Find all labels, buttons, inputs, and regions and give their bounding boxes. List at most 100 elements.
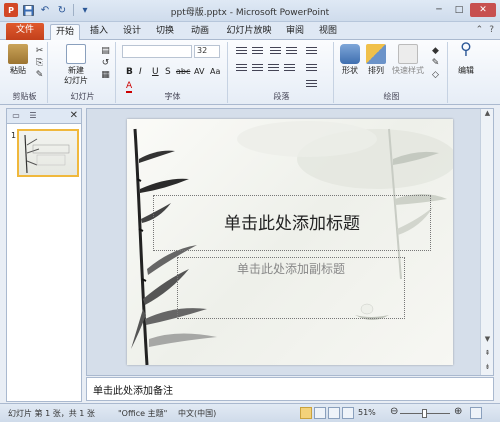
new-slide-button[interactable]: 新建 幻灯片 xyxy=(64,44,88,86)
arrange-button[interactable]: 排列 xyxy=(366,44,386,76)
previous-slide-icon[interactable]: ⇞ xyxy=(481,349,493,361)
slides-pane-tabs: ▭ ☰ ✕ xyxy=(7,109,81,124)
notes-placeholder: 单击此处添加备注 xyxy=(93,386,173,397)
window-controls: ─ □ ✕ xyxy=(430,3,496,17)
strikethrough-button[interactable]: abc xyxy=(176,67,190,76)
quick-styles-icon xyxy=(398,44,418,64)
tab-insert[interactable]: 插入 xyxy=(85,24,113,40)
subtitle-placeholder[interactable]: 单击此处添加副标题 xyxy=(177,257,405,319)
paste-button[interactable]: 粘贴 xyxy=(8,44,28,76)
new-slide-label: 新建 xyxy=(68,66,84,75)
quick-styles-button[interactable]: 快速样式 xyxy=(392,44,424,76)
slide-canvas[interactable]: 单击此处添加标题 单击此处添加副标题 xyxy=(127,119,453,365)
zoom-level[interactable]: 51% xyxy=(358,408,376,417)
pane-close-icon[interactable]: ✕ xyxy=(70,110,78,121)
tab-home[interactable]: 开始 xyxy=(50,24,80,40)
quick-styles-label: 快速样式 xyxy=(392,66,424,75)
italic-button[interactable]: I xyxy=(139,67,142,77)
zoom-in-icon[interactable]: ⊕ xyxy=(454,406,462,417)
align-right-icon[interactable] xyxy=(268,64,279,73)
status-bar: 幻灯片 第 1 张，共 1 张 "Office 主题" 中文(中国) 51% ⊖… xyxy=(0,403,500,422)
editing-button[interactable]: ⚲ 编辑 xyxy=(456,39,476,76)
tab-animations[interactable]: 动画 xyxy=(186,24,214,40)
slide-thumbnail[interactable] xyxy=(17,129,79,177)
justify-icon[interactable] xyxy=(284,64,295,73)
shape-fill-icon[interactable]: ◆ xyxy=(430,46,441,56)
shapes-button[interactable]: 形状 xyxy=(340,44,360,76)
group-paragraph: 段落 xyxy=(230,42,334,103)
new-slide-label-2: 幻灯片 xyxy=(64,76,88,85)
group-label-paragraph: 段落 xyxy=(273,92,290,101)
group-slides: 新建 幻灯片 ▤ ↺ ▦ 幻灯片 xyxy=(50,42,116,103)
bold-button[interactable]: B xyxy=(126,67,133,77)
group-clipboard: 粘贴 ✂ ⎘ ✎ 剪贴板 xyxy=(2,42,48,103)
group-label-slides: 幻灯片 xyxy=(70,92,95,101)
next-slide-icon[interactable]: ⇟ xyxy=(481,363,493,375)
reset-icon[interactable]: ↺ xyxy=(100,58,111,68)
layout-icon[interactable]: ▤ xyxy=(100,46,111,56)
slides-pane: ▭ ☰ ✕ 1 xyxy=(6,108,82,402)
minimize-icon[interactable]: ─ xyxy=(430,3,448,17)
vertical-scrollbar[interactable]: ▲ ▼ ⇞ ⇟ xyxy=(480,109,493,375)
slide-editing-area: 单击此处添加标题 单击此处添加副标题 ▲ ▼ ⇞ ⇟ xyxy=(86,108,494,376)
reading-view-icon[interactable] xyxy=(328,407,340,419)
theme-name: "Office 主题" xyxy=(118,409,168,418)
shadow-button[interactable]: S xyxy=(165,67,171,77)
tab-slideshow[interactable]: 幻灯片放映 xyxy=(221,24,277,40)
slide-sorter-icon[interactable] xyxy=(314,407,326,419)
decrease-indent-icon[interactable] xyxy=(270,47,281,56)
increase-indent-icon[interactable] xyxy=(286,47,297,56)
underline-button[interactable]: U xyxy=(152,67,159,77)
ribbon-right-controls: ⌃ ? xyxy=(476,25,494,35)
align-text-icon[interactable] xyxy=(306,64,317,73)
arrange-icon xyxy=(366,44,386,64)
section-icon[interactable]: ▦ xyxy=(100,70,111,80)
new-slide-icon xyxy=(66,44,86,64)
align-center-icon[interactable] xyxy=(252,64,263,73)
format-painter-icon[interactable]: ✎ xyxy=(34,70,45,80)
notes-pane[interactable]: 单击此处添加备注 xyxy=(86,377,494,401)
font-name-input[interactable] xyxy=(122,45,192,58)
help-icon[interactable]: ? xyxy=(489,25,494,35)
tab-review[interactable]: 审阅 xyxy=(281,24,309,40)
char-spacing-button[interactable]: AV xyxy=(194,67,204,76)
editing-label: 编辑 xyxy=(458,66,474,75)
numbering-icon[interactable] xyxy=(252,47,263,56)
group-drawing: 形状 排列 快速样式 ◆ ✎ ◇ 绘图 xyxy=(336,42,448,103)
thumbnail-bamboo-art xyxy=(24,134,70,174)
slideshow-view-icon[interactable] xyxy=(342,407,354,419)
close-icon[interactable]: ✕ xyxy=(470,3,496,17)
bullets-icon[interactable] xyxy=(236,47,247,56)
language-indicator[interactable]: 中文(中国) xyxy=(178,408,216,419)
maximize-icon[interactable]: □ xyxy=(450,3,468,17)
scroll-up-icon[interactable]: ▲ xyxy=(481,109,493,121)
outline-tab-icon[interactable]: ☰ xyxy=(27,111,39,122)
group-editing: ⚲ 编辑 xyxy=(450,39,488,103)
thumbnail-number: 1 xyxy=(11,131,17,140)
copy-icon[interactable]: ⎘ xyxy=(34,58,45,68)
shapes-label: 形状 xyxy=(342,66,358,75)
tab-file[interactable]: 文件 xyxy=(6,23,44,40)
minimize-ribbon-icon[interactable]: ⌃ xyxy=(476,25,484,35)
fit-to-window-icon[interactable] xyxy=(470,407,482,419)
shape-outline-icon[interactable]: ✎ xyxy=(430,58,441,68)
normal-view-icon[interactable] xyxy=(300,407,312,419)
cut-icon[interactable]: ✂ xyxy=(34,46,45,56)
tab-transitions[interactable]: 切换 xyxy=(151,24,179,40)
title-placeholder[interactable]: 单击此处添加标题 xyxy=(153,195,431,251)
font-size-input[interactable]: 32 xyxy=(194,45,220,58)
zoom-slider-thumb[interactable] xyxy=(422,409,427,418)
ribbon: 粘贴 ✂ ⎘ ✎ 剪贴板 新建 幻灯片 ▤ ↺ ▦ 幻灯片 32 B I U S… xyxy=(0,40,500,105)
paste-label: 粘贴 xyxy=(10,66,26,75)
change-case-button[interactable]: Aa xyxy=(210,67,220,76)
shape-effects-icon[interactable]: ◇ xyxy=(430,70,441,80)
zoom-out-icon[interactable]: ⊖ xyxy=(390,406,398,417)
text-direction-icon[interactable] xyxy=(306,47,317,56)
binoculars-icon: ⚲ xyxy=(460,39,472,58)
scroll-down-icon[interactable]: ▼ xyxy=(481,335,493,347)
slides-tab-icon[interactable]: ▭ xyxy=(10,111,22,122)
tab-view[interactable]: 视图 xyxy=(314,24,342,40)
tab-design[interactable]: 设计 xyxy=(118,24,146,40)
align-left-icon[interactable] xyxy=(236,64,247,73)
smartart-icon[interactable] xyxy=(306,80,317,89)
